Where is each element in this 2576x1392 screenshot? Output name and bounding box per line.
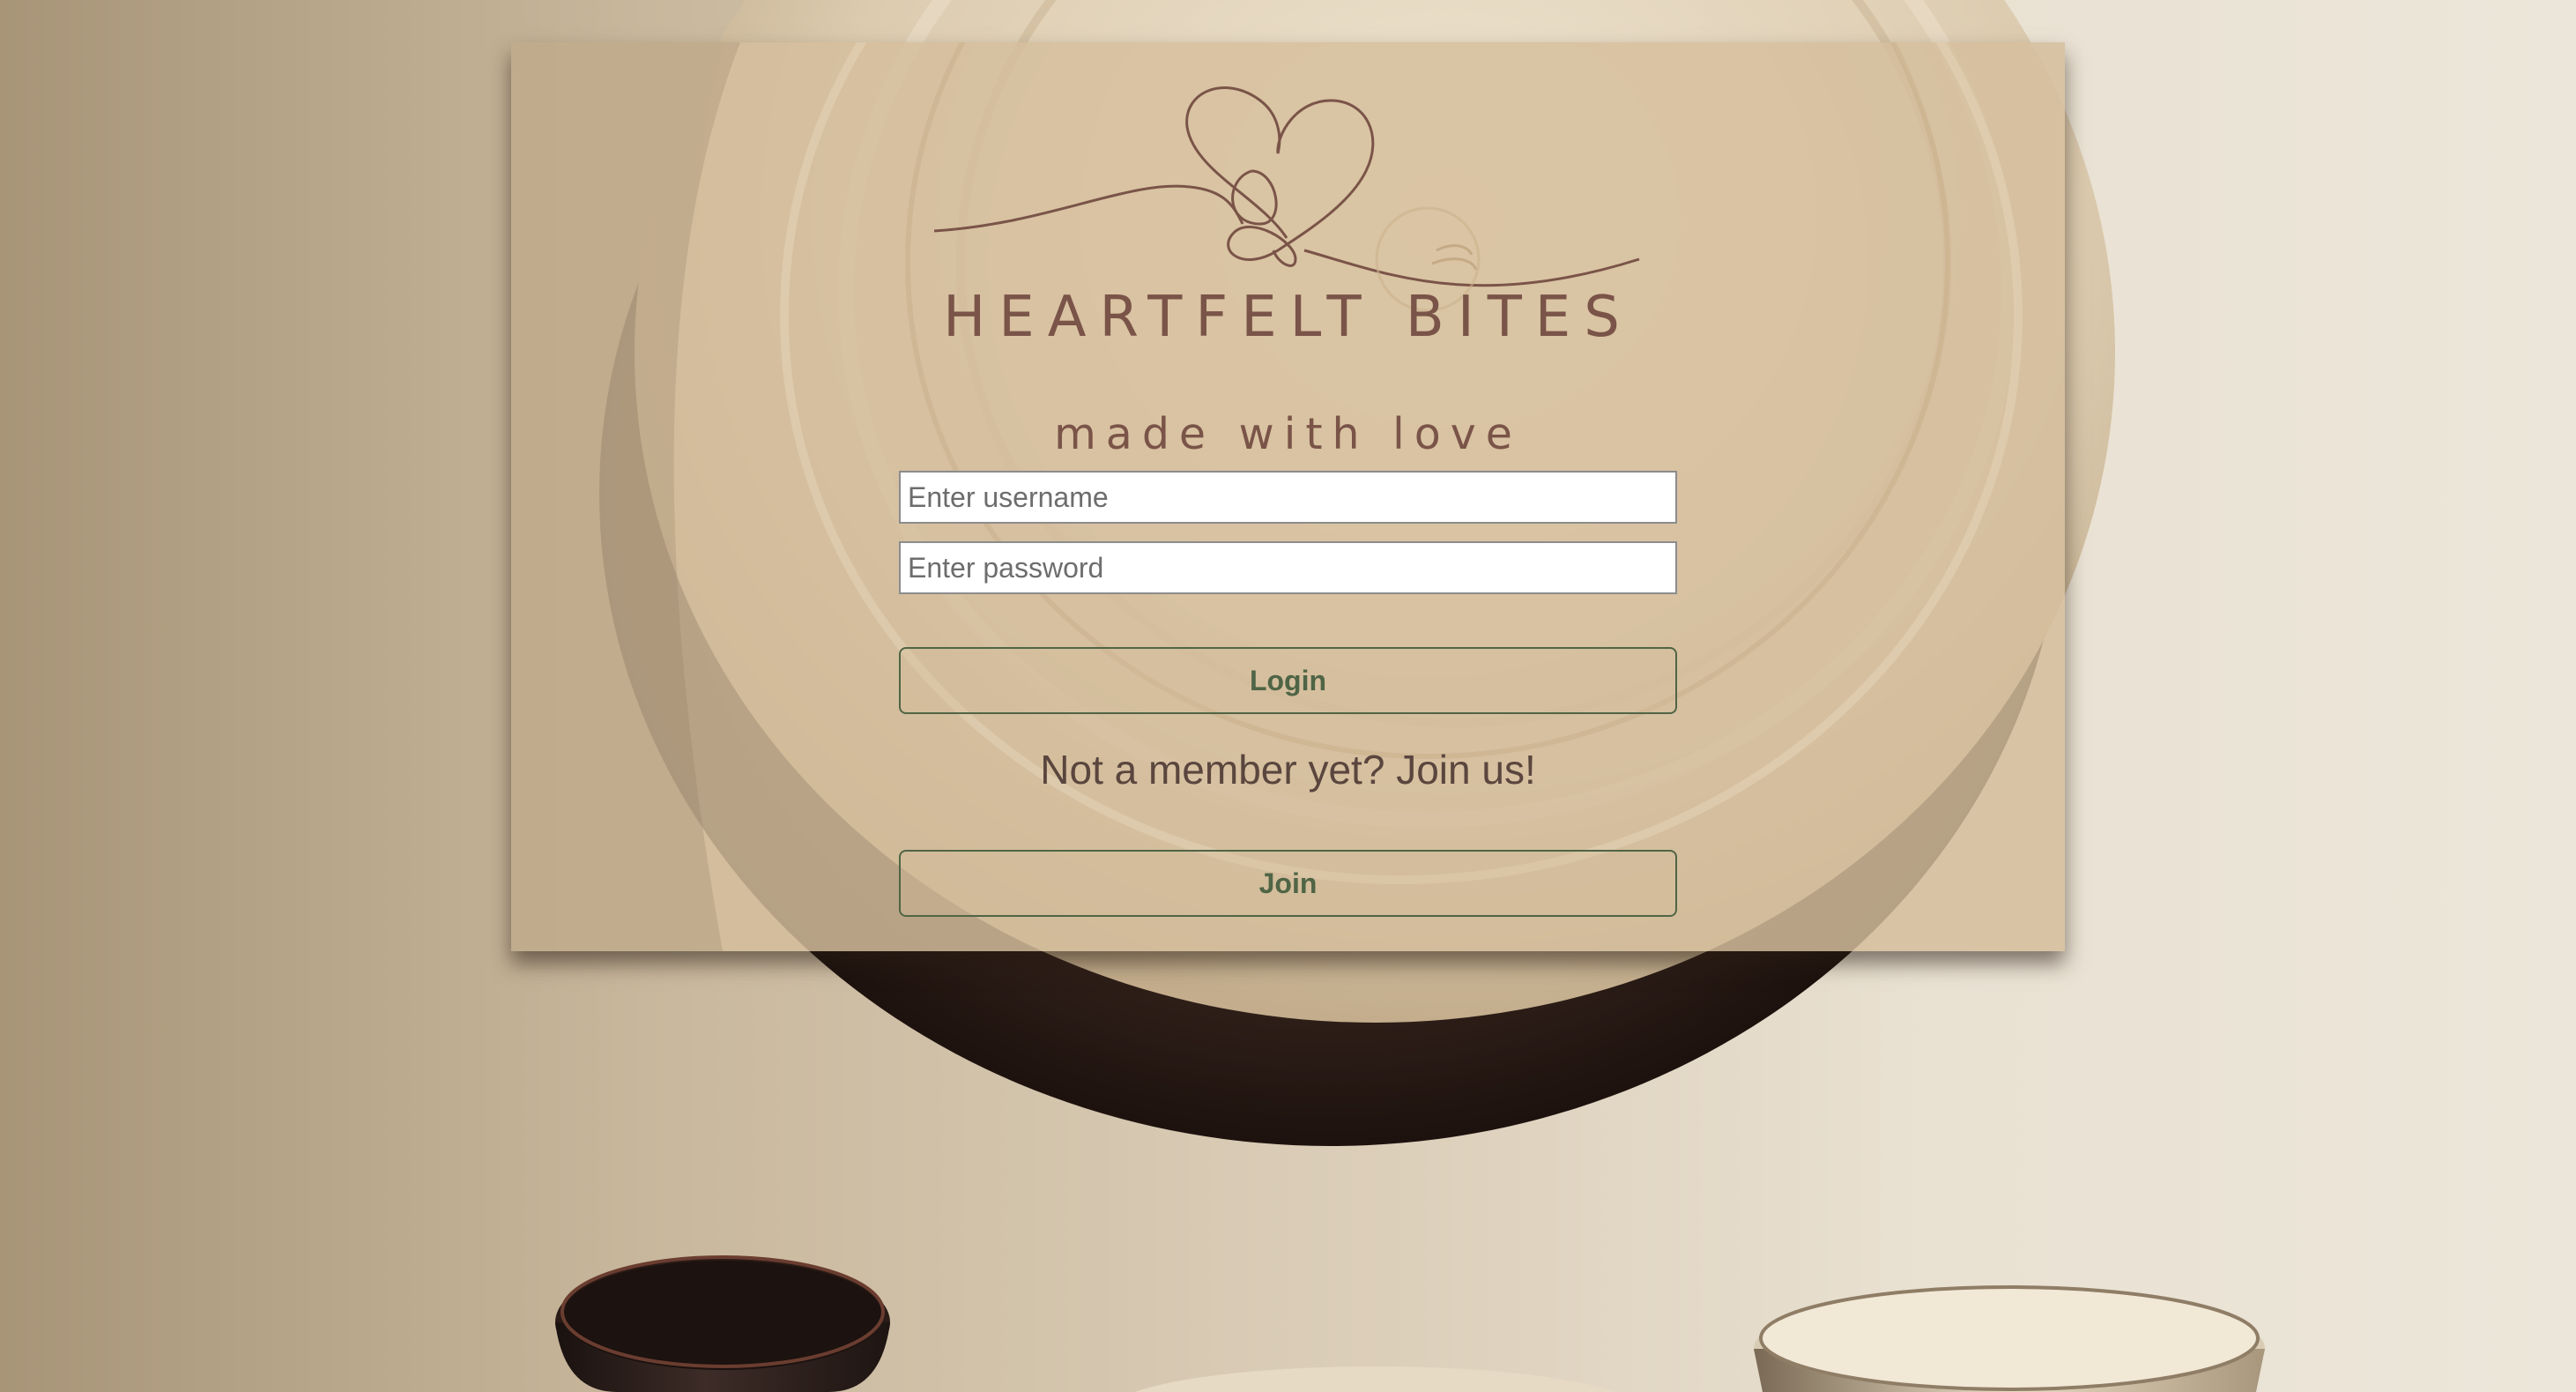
password-input[interactable] [899, 541, 1677, 594]
brand-name: HEARTFELT BITES [943, 285, 1633, 350]
login-screen: HEARTFELT BITES made with love Login Not… [0, 0, 2576, 1392]
username-input[interactable] [899, 471, 1677, 524]
login-panel: HEARTFELT BITES made with love Login Not… [511, 42, 2065, 951]
brand-tagline: made with love [1054, 409, 1522, 459]
login-button[interactable]: Login [899, 647, 1677, 714]
join-button[interactable]: Join [899, 850, 1677, 917]
signup-prompt: Not a member yet? Join us! [1040, 747, 1536, 793]
